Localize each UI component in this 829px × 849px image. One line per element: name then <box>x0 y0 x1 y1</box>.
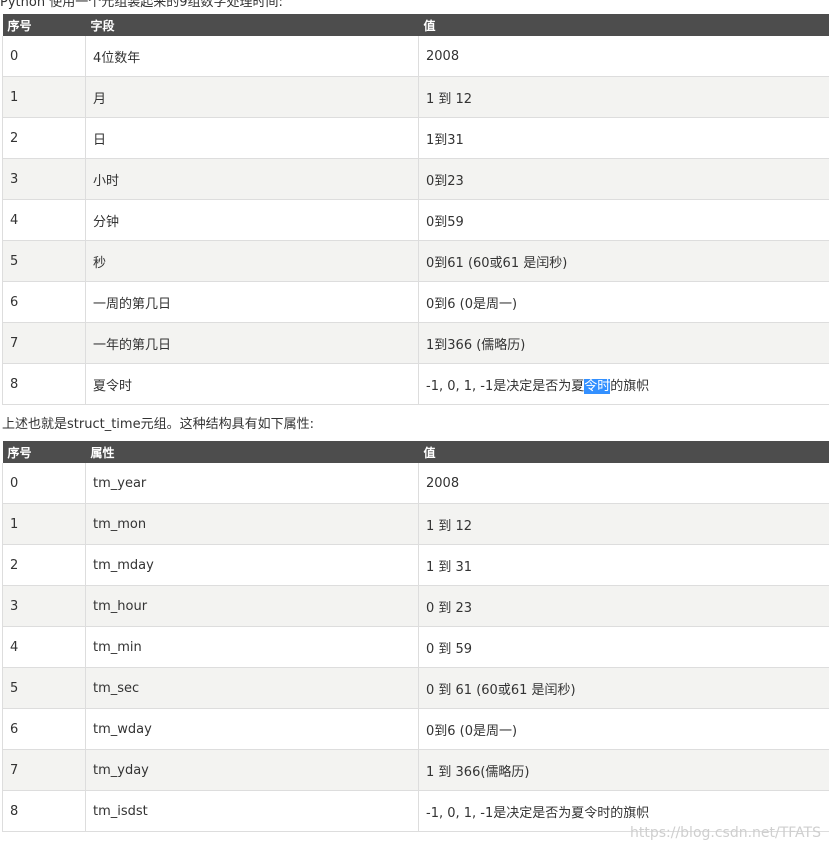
cell-field: tm_sec <box>85 667 419 709</box>
table-row: 3 tm_hour 0 到 23 <box>2 585 829 627</box>
table-row: 5 秒 0到61 (60或61 是闰秒) <box>2 240 829 282</box>
struct-time-attributes-table: 序号 属性 值 0 tm_year 2008 1 tm_mon 1 到 12 2 tm_mda… <box>2 441 829 832</box>
cell-index: 6 <box>2 281 86 323</box>
cell-index: 5 <box>2 667 86 709</box>
cell-value: 0到6 (0是周一) <box>418 281 829 323</box>
table-row: 8 夏令时 -1, 0, 1, -1是决定是否为夏令时的旗帜 <box>2 363 829 405</box>
cell-value: 2008 <box>418 463 829 504</box>
cell-field: tm_yday <box>85 749 419 791</box>
value-text: -1, 0, 1, -1是决定是否为夏 <box>426 378 585 394</box>
cell-field: 4位数年 <box>85 36 419 77</box>
table-row: 0 4位数年 2008 <box>2 36 829 77</box>
table-header-row: 序号 字段 值 <box>2 14 829 36</box>
cell-value: 0 到 23 <box>418 585 829 627</box>
cell-value: 1到31 <box>418 117 829 159</box>
cell-index: 0 <box>2 463 86 504</box>
cell-value: -1, 0, 1, -1是决定是否为夏令时的旗帜 <box>418 363 829 405</box>
table-row: 4 分钟 0到59 <box>2 199 829 241</box>
table-row: 5 tm_sec 0 到 61 (60或61 是闰秒) <box>2 667 829 709</box>
cell-field: tm_hour <box>85 585 419 627</box>
cell-field: tm_mon <box>85 503 419 545</box>
cell-index: 1 <box>2 503 86 545</box>
cell-index: 2 <box>2 544 86 586</box>
table-row: 7 tm_yday 1 到 366(儒略历) <box>2 749 829 791</box>
cell-index: 4 <box>2 199 86 241</box>
header-index: 序号 <box>2 441 86 463</box>
cell-index: 2 <box>2 117 86 159</box>
cell-value: 1 到 12 <box>418 503 829 545</box>
table-row: 0 tm_year 2008 <box>2 463 829 504</box>
top-clipped-text: Python 使用一个元组装起来的9组数字处理时间: <box>0 0 283 10</box>
table-row: 6 一周的第几日 0到6 (0是周一) <box>2 281 829 323</box>
header-index: 序号 <box>2 14 86 36</box>
cell-index: 7 <box>2 322 86 364</box>
cell-field: 秒 <box>85 240 419 282</box>
cell-value: 2008 <box>418 36 829 77</box>
cell-index: 7 <box>2 749 86 791</box>
table-row: 1月1 到 12 <box>2 76 829 118</box>
cell-value: 0 到 61 (60或61 是闰秒) <box>418 667 829 709</box>
watermark: https://blog.csdn.net/TFATS <box>629 825 821 841</box>
cell-field: 日 <box>85 117 419 159</box>
table-row: 2 日 1到31 <box>2 117 829 159</box>
cell-field: tm_year <box>85 463 419 504</box>
cell-field: tm_min <box>85 626 419 668</box>
cell-field: 月 <box>85 76 419 118</box>
table-row: 3 小时 0到23 <box>2 158 829 200</box>
selected-text: 令时 <box>584 378 611 394</box>
cell-index: 8 <box>2 363 86 405</box>
time-fields-table: 序号 字段 值 0 4位数年 2008 1 月 1 到 12 2 日 1到31 3 小时 0到23 4 分… <box>2 14 829 405</box>
cell-value: 0 到 59 <box>418 626 829 668</box>
table-row: 4 tm_min 0 到 59 <box>2 626 829 668</box>
cell-index: 5 <box>2 240 86 282</box>
cell-value: 1到366 (儒略历) <box>418 322 829 364</box>
struct-time-description: 上述也就是struct_time元组。这种结构具有如下属性: <box>2 417 314 432</box>
cell-field: tm_mday <box>85 544 419 586</box>
cell-index: 0 <box>2 36 86 77</box>
header-value: 值 <box>418 14 829 36</box>
cell-value: 0到6 (0是周一) <box>418 708 829 750</box>
cell-value: 0到59 <box>418 199 829 241</box>
cell-index: 6 <box>2 708 86 750</box>
table-row: 6 tm_wday 0到6 (0是周一) <box>2 708 829 750</box>
cell-value: 1 到 31 <box>418 544 829 586</box>
header-attribute: 属性 <box>85 441 419 463</box>
cell-value: 1 到 12 <box>418 76 829 118</box>
cell-value: 1 到 366(儒略历) <box>418 749 829 791</box>
value-text: 的旗帜 <box>610 378 650 394</box>
cell-index: 3 <box>2 585 86 627</box>
cell-value: 0到23 <box>418 158 829 200</box>
cell-field: 一周的第几日 <box>85 281 419 323</box>
header-field: 字段 <box>85 14 419 36</box>
cell-index: 8 <box>2 790 86 832</box>
table-row: 1 tm_mon 1 到 12 <box>2 503 829 545</box>
table-row: 7 一年的第几日 1到366 (儒略历) <box>2 322 829 364</box>
table-header-row: 序号 属性 值 <box>2 441 829 463</box>
cell-field: 小时 <box>85 158 419 200</box>
cell-index: 4 <box>2 626 86 668</box>
cell-field: tm_wday <box>85 708 419 750</box>
cell-field: 分钟 <box>85 199 419 241</box>
header-value: 值 <box>418 441 829 463</box>
cell-field: 一年的第几日 <box>85 322 419 364</box>
cell-index: 1 <box>2 76 86 118</box>
cell-field: 夏令时 <box>85 363 419 405</box>
cell-index: 3 <box>2 158 86 200</box>
cell-value: 0到61 (60或61 是闰秒) <box>418 240 829 282</box>
cell-field: tm_isdst <box>85 790 419 832</box>
table-row: 2 tm_mday 1 到 31 <box>2 544 829 586</box>
